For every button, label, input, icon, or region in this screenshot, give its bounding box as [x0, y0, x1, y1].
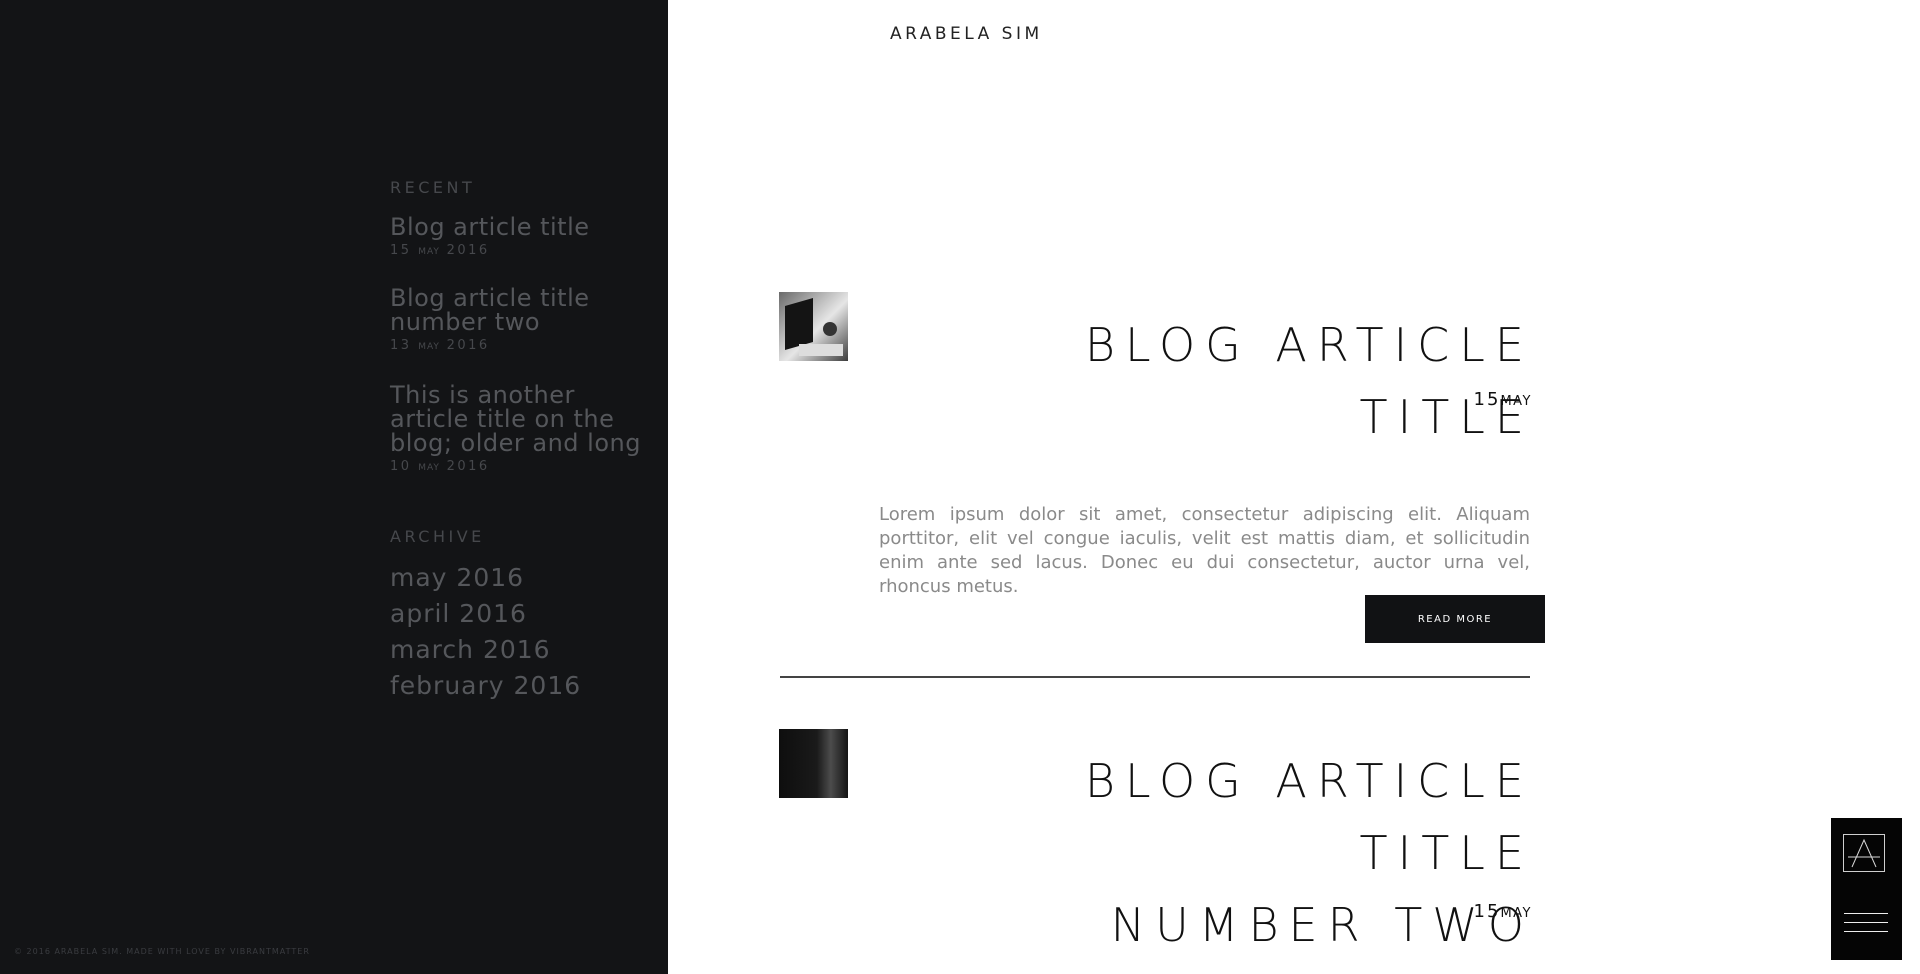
recent-heading: Recent: [390, 178, 476, 197]
recent-item-title[interactable]: This is another article title on the blo…: [390, 383, 660, 455]
recent-item-date: 15 may 2016: [390, 243, 490, 258]
post-excerpt: Lorem ipsum dolor sit amet, consectetur …: [879, 504, 1530, 597]
recent-item[interactable]: This is another article title on the blo…: [390, 383, 660, 474]
post-thumbnail[interactable]: [779, 729, 848, 798]
recent-item[interactable]: Blog article title 15 may 2016: [390, 215, 660, 258]
site-title[interactable]: Arabela Sim: [890, 24, 1043, 44]
archive-heading: Archive: [390, 527, 485, 546]
copyright: © 2016 Arabela Sim. Made with love by Vi…: [14, 947, 310, 956]
recent-item-title[interactable]: Blog article title number two: [390, 286, 660, 334]
archive-link[interactable]: february 2016: [390, 668, 581, 704]
post-date: 15May: [1473, 389, 1532, 410]
recent-item-date: 10 may 2016: [390, 459, 490, 474]
post-divider: [780, 676, 1530, 678]
archive-list: may 2016 april 2016 march 2016 february …: [390, 560, 581, 704]
archive-link[interactable]: march 2016: [390, 632, 581, 668]
archive-link[interactable]: april 2016: [390, 596, 581, 632]
post-title-line: Blog article title: [1084, 754, 1534, 880]
menu-widget[interactable]: [1831, 818, 1902, 960]
sidebar: Recent Blog article title 15 may 2016 Bl…: [0, 0, 668, 974]
logo-icon[interactable]: [1843, 834, 1885, 872]
post-title-line: number two: [1110, 898, 1534, 952]
recent-item-date: 13 may 2016: [390, 338, 490, 353]
post-date: 15May: [1473, 901, 1532, 922]
hamburger-menu-icon[interactable]: [1844, 913, 1888, 940]
read-more-button[interactable]: Read more: [1365, 595, 1545, 643]
post-thumbnail[interactable]: [779, 292, 848, 361]
archive-link[interactable]: may 2016: [390, 560, 581, 596]
recent-item[interactable]: Blog article title number two 13 may 201…: [390, 286, 660, 353]
post-title[interactable]: Blog article title: [894, 309, 1534, 453]
post-title[interactable]: Blog article title number two: [894, 745, 1534, 961]
recent-item-title[interactable]: Blog article title: [390, 215, 660, 239]
